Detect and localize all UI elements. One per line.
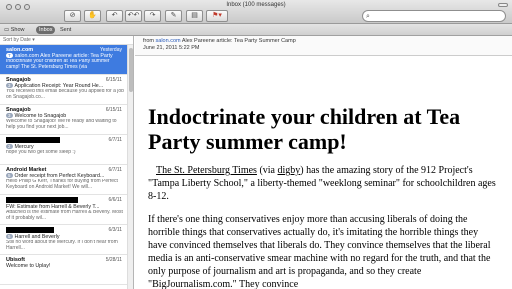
message-list: Sort by Date ▾ salon.com Yesterday Tsalo… (0, 36, 134, 289)
list-item[interactable]: Android Market 6/7/11 5 Order receipt fro… (0, 165, 133, 195)
message-from-line: from salon.com Alex Pareene article: Tea… (143, 38, 504, 45)
message-preview: hope you two get some sleep :) (6, 150, 76, 155)
chevron-down-icon: ▾ (32, 37, 35, 43)
thread-count-badge: T (6, 53, 13, 58)
show-label: Show (10, 27, 25, 33)
message-date: 6/7/11 (108, 167, 122, 173)
reply-all-icon: ↶↶ (127, 12, 140, 19)
subject-text: Alex Pareene article: Tea Party Summer C… (180, 38, 296, 44)
message-date: 6/7/11 (108, 137, 122, 143)
delete-icon: ⊘ (69, 12, 76, 19)
thread-count-badge: 2 (6, 144, 13, 149)
list-item[interactable]: 6/6/11 FW: Estimate from Harrell & Bever… (0, 195, 133, 225)
message-preview: Still no word about the Mercury. If I do… (6, 240, 118, 251)
list-item[interactable]: Ubisoft 5/28/11 Welcome to Uplay! (0, 255, 133, 285)
search-input[interactable] (374, 11, 502, 21)
source-link[interactable]: The St. Petersburg Times (156, 165, 257, 176)
thread-count-badge: 3 (6, 113, 13, 118)
redacted-sender (6, 197, 78, 203)
message-date: 6/15/11 (105, 107, 122, 113)
note-button[interactable]: ▤ (186, 10, 203, 22)
new-message-button[interactable]: ✎ (165, 10, 182, 22)
thread-count-badge: 5 (6, 173, 13, 178)
sent-button[interactable]: Sent (60, 26, 71, 34)
sort-label: Sort by Date (3, 37, 31, 43)
from-prefix: from (143, 38, 156, 44)
article-headline: Indoctrinate your children at Tea Party … (148, 104, 461, 154)
forward-icon: ↷ (149, 12, 156, 19)
list-item[interactable]: 6/3/11 5 Harrell and Beverly Still no wor… (0, 225, 133, 255)
message-preview: Welcome to Snagajob! We're ready and wai… (6, 119, 117, 130)
window-title: Inbox (100 messages) (226, 2, 286, 8)
message-preview: Attached is the estimate from Harrell & … (6, 210, 123, 221)
message-date: 6/3/11 (108, 227, 122, 233)
scrollbar-thumb[interactable] (129, 48, 133, 92)
message-date: 5/28/11 (105, 257, 122, 263)
reply-all-button[interactable]: ↶↶ (125, 10, 142, 22)
message-date: 6/15/11 (105, 77, 122, 83)
sort-control[interactable]: Sort by Date ▾ (0, 36, 133, 45)
message-sender (6, 197, 124, 204)
delete-button[interactable]: ⊘ (64, 10, 81, 22)
search-field[interactable]: ⌕ (362, 10, 506, 22)
junk-icon: ✋ (88, 12, 97, 19)
inbox-button[interactable]: Inbox (36, 26, 56, 34)
mail-window: Inbox (100 messages) ⊘ ✋ ↶ ↶↶ ↷ ✎ ▤ ⚑▾ ⌕… (0, 0, 512, 289)
note-icon: ▤ (191, 12, 198, 19)
message-body: Indoctrinate your children at Tea Party … (135, 104, 512, 289)
message-sender (6, 137, 124, 144)
reply-button[interactable]: ↶ (106, 10, 123, 22)
toolbar-toggle-button[interactable] (498, 3, 508, 7)
search-icon: ⌕ (366, 13, 370, 20)
sender-link[interactable]: salon.com (156, 38, 181, 44)
list-item[interactable]: Snagajob 6/15/11 3 Welcome to Snagajob We… (0, 105, 133, 135)
show-mailboxes-button[interactable]: ▭ Show (4, 26, 25, 34)
message-preview: You received this email because you appl… (6, 89, 124, 100)
thread-count-badge: 3 (6, 83, 13, 88)
list-item[interactable]: salon.com Yesterday Tsalon.com Alex Pare… (0, 45, 133, 75)
mailbox-bar: ▭ Show Inbox Sent (0, 24, 512, 36)
article-paragraph: If there's one thing conservatives enjoy… (148, 214, 491, 289)
new-message-icon: ✎ (170, 12, 177, 19)
redacted-sender (6, 137, 60, 143)
list-item[interactable]: Snagajob 6/15/11 3 Application Receipt: Y… (0, 75, 133, 105)
forward-button[interactable]: ↷ (144, 10, 161, 22)
message-view: from salon.com Alex Pareene article: Tea… (135, 36, 512, 289)
thread-count-badge: 5 (6, 234, 13, 239)
message-list-scrollbar[interactable] (127, 45, 133, 289)
flag-icon: ⚑▾ (212, 12, 222, 19)
message-date: Yesterday (99, 47, 122, 53)
via-link[interactable]: digby (277, 165, 300, 176)
flag-button[interactable]: ⚑▾ (206, 10, 228, 22)
junk-button[interactable]: ✋ (84, 10, 101, 22)
message-subject: Welcome to Uplay! (6, 263, 51, 269)
message-date: June 21, 2011 5:22 PM (143, 45, 200, 51)
reply-icon: ↶ (111, 12, 118, 19)
message-date: 6/6/11 (108, 197, 122, 203)
title-bar: Inbox (100 messages) ⊘ ✋ ↶ ↶↶ ↷ ✎ ▤ ⚑▾ ⌕ (0, 0, 512, 24)
message-preview: Hello Philip G Kerr, Thanks for buying f… (6, 179, 118, 190)
message-preview: Indoctrinate your children at Tea Party … (6, 59, 110, 70)
redacted-sender (6, 227, 54, 233)
message-sender (6, 227, 124, 234)
message-header: from salon.com Alex Pareene article: Tea… (135, 36, 512, 56)
list-item[interactable]: 6/7/11 2 Mercury hope you two get some sl… (0, 135, 133, 165)
article-paragraph: The St. Petersburg Times (via digby) has… (148, 165, 496, 202)
sidebar-icon: ▭ (4, 27, 11, 33)
